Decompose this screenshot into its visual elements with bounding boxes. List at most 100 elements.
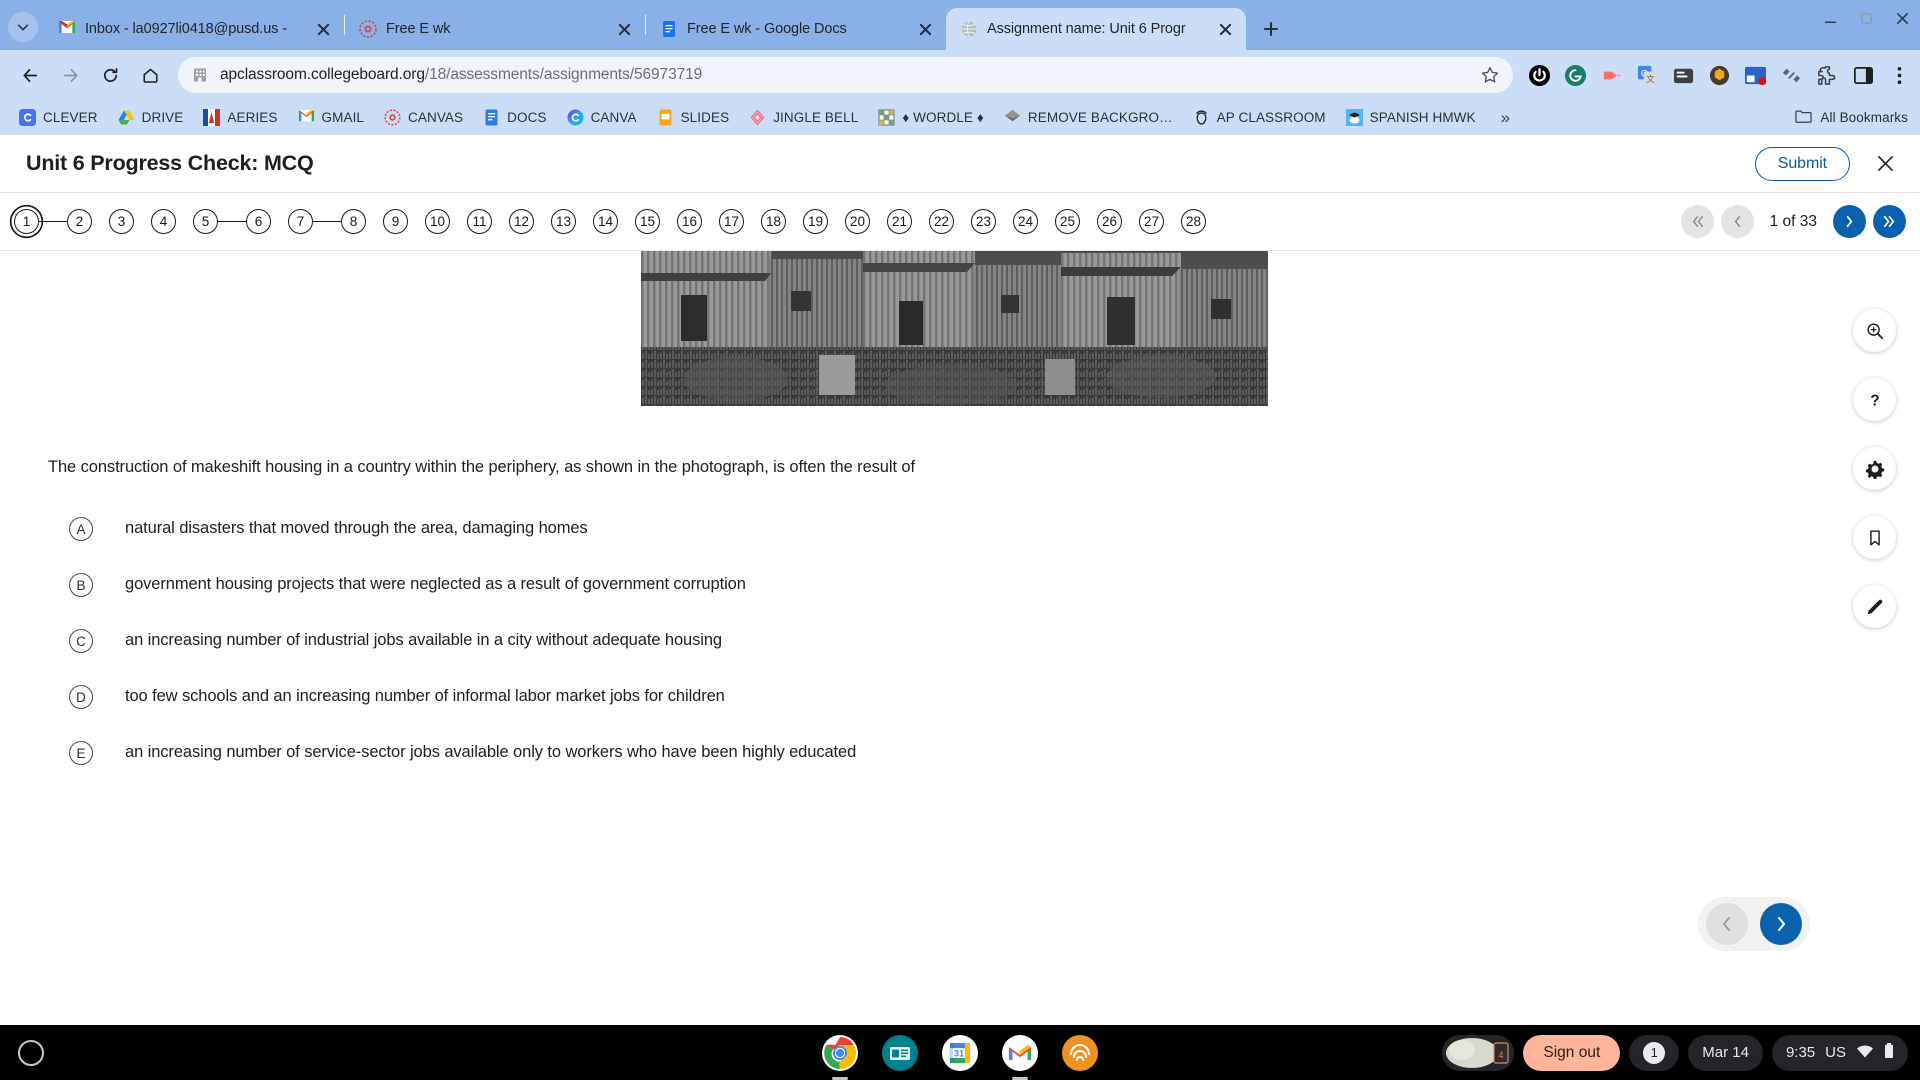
pager-next-button[interactable] [1833, 205, 1866, 238]
bookmark-gmail[interactable]: GMAIL [289, 105, 374, 130]
question-dot-21[interactable]: 21 [887, 209, 912, 234]
choice-letter-A[interactable]: A [69, 517, 93, 541]
question-dot-25[interactable]: 25 [1055, 209, 1080, 234]
home-icon[interactable] [132, 57, 168, 93]
bookmark-star-icon[interactable] [1480, 65, 1500, 85]
help-icon[interactable]: ? [1853, 378, 1896, 421]
choice-letter-E[interactable]: E [69, 741, 93, 765]
close-icon[interactable] [914, 18, 936, 40]
notification-tray[interactable]: 1 [1629, 1034, 1680, 1071]
question-dot-28[interactable]: 28 [1181, 209, 1206, 234]
zoom-in-icon[interactable] [1853, 309, 1896, 352]
close-window-icon[interactable] [1894, 10, 1910, 26]
bookmark-canva[interactable]: CANVA [558, 105, 646, 130]
answer-choice-E[interactable]: Ean increasing number of service-sector … [0, 725, 1920, 781]
bookmark-ap-classroom[interactable]: AP CLASSROOM [1184, 105, 1335, 130]
bookmark-canvas[interactable]: CANVAS [375, 105, 472, 130]
choice-letter-C[interactable]: C [69, 629, 93, 653]
question-dot-11[interactable]: 11 [467, 209, 492, 234]
close-icon[interactable] [312, 18, 334, 40]
question-dot-27[interactable]: 27 [1139, 209, 1164, 234]
news-icon[interactable] [881, 1034, 919, 1072]
answer-choice-D[interactable]: Dtoo few schools and an increasing numbe… [0, 669, 1920, 725]
question-dot-26[interactable]: 26 [1097, 209, 1122, 234]
bookmarks-overflow-button[interactable]: » [1493, 104, 1518, 132]
honey-icon[interactable] [1705, 61, 1733, 89]
previous-question-button[interactable] [1706, 903, 1748, 945]
browser-tab-0[interactable]: Inbox - la0927li0418@pusd.us - [44, 8, 344, 50]
bookmark-spanish-hmwk[interactable]: SPANISH HMWK [1337, 105, 1485, 130]
bookmark-wordle[interactable]: ♦ WORDLE ♦ [869, 105, 993, 130]
sign-out-button[interactable]: Sign out [1523, 1034, 1621, 1071]
address-bar[interactable]: apclassroom.collegeboard.org/18/assessme… [178, 57, 1513, 93]
question-dot-5[interactable]: 5 [193, 209, 218, 234]
grammarly-icon[interactable] [1561, 61, 1589, 89]
shortcut-icon[interactable] [1777, 61, 1805, 89]
screenshot-icon[interactable] [1669, 61, 1697, 89]
question-dot-22[interactable]: 22 [929, 209, 954, 234]
question-dot-13[interactable]: 13 [551, 209, 576, 234]
browser-tab-1[interactable]: Free E wk [345, 8, 645, 50]
question-dot-18[interactable]: 18 [761, 209, 786, 234]
question-dot-17[interactable]: 17 [719, 209, 744, 234]
bookmark-aeries[interactable]: AERIES [194, 105, 286, 130]
question-dot-14[interactable]: 14 [593, 209, 618, 234]
bookmark-clever[interactable]: CLEVER [10, 105, 107, 130]
question-dot-10[interactable]: 10 [425, 209, 450, 234]
google-translate-icon[interactable]: G文 [1633, 61, 1661, 89]
next-question-button[interactable] [1760, 903, 1802, 945]
question-dot-20[interactable]: 20 [845, 209, 870, 234]
bookmark-slides[interactable]: SLIDES [648, 105, 739, 130]
choice-letter-B[interactable]: B [69, 573, 93, 597]
bookmark-icon[interactable] [1853, 516, 1896, 559]
question-dot-7[interactable]: 7 [288, 209, 313, 234]
tab-search-chevron-icon[interactable] [8, 12, 38, 42]
site-info-icon[interactable] [191, 66, 209, 84]
choice-letter-D[interactable]: D [69, 685, 93, 709]
question-dot-2[interactable]: 2 [67, 209, 92, 234]
close-assessment-icon[interactable] [1872, 151, 1898, 177]
pager-first-button[interactable] [1680, 205, 1714, 238]
question-dot-24[interactable]: 24 [1013, 209, 1038, 234]
submit-button[interactable]: Submit [1754, 146, 1850, 181]
question-dot-3[interactable]: 3 [109, 209, 134, 234]
browser-tab-3-active[interactable]: Assignment name: Unit 6 Progr [946, 8, 1246, 50]
date-tray[interactable]: Mar 14 [1688, 1034, 1763, 1071]
chrome-menu-icon[interactable] [1885, 61, 1913, 89]
new-tab-button[interactable] [1254, 12, 1288, 46]
close-icon[interactable] [1214, 18, 1236, 40]
answer-choice-A[interactable]: Anatural disasters that moved through th… [0, 501, 1920, 557]
power-icon[interactable] [1525, 61, 1553, 89]
side-panel-icon[interactable] [1849, 61, 1877, 89]
screencast-icon[interactable] [1597, 61, 1625, 89]
chrome-icon[interactable] [821, 1034, 859, 1080]
bookmark-remove-background[interactable]: REMOVE BACKGRO… [995, 105, 1182, 130]
settings-gear-icon[interactable] [1853, 447, 1896, 490]
minimize-icon[interactable] [1822, 10, 1838, 26]
google-calendar-icon[interactable]: 31 [941, 1034, 979, 1072]
question-dot-19[interactable]: 19 [803, 209, 828, 234]
answer-choice-C[interactable]: Can increasing number of industrial jobs… [0, 613, 1920, 669]
answer-choice-B[interactable]: Bgovernment housing projects that were n… [0, 557, 1920, 613]
question-dot-15[interactable]: 15 [635, 209, 660, 234]
bookmark-jingle-bell[interactable]: JINGLE BELL [740, 105, 867, 130]
pager-prev-button[interactable] [1720, 205, 1754, 238]
forward-icon[interactable] [52, 57, 88, 93]
audible-icon[interactable] [1061, 1034, 1099, 1072]
pager-last-button[interactable] [1873, 205, 1906, 238]
pencil-annotate-icon[interactable] [1853, 585, 1896, 628]
reload-icon[interactable] [92, 57, 128, 93]
close-icon[interactable] [613, 18, 635, 40]
screen-capture-preview[interactable]: 4 [1442, 1034, 1515, 1071]
puzzle-extension-icon[interactable] [1813, 61, 1841, 89]
question-dot-12[interactable]: 12 [509, 209, 534, 234]
question-dot-6[interactable]: 6 [246, 209, 271, 234]
gmail-icon[interactable] [1001, 1034, 1039, 1080]
question-dot-23[interactable]: 23 [971, 209, 996, 234]
recording-icon[interactable] [1741, 61, 1769, 89]
status-tray[interactable]: 9:35 US [1771, 1034, 1908, 1071]
maximize-icon[interactable] [1858, 10, 1874, 26]
bookmark-docs[interactable]: DOCS [474, 105, 555, 130]
bookmark-drive[interactable]: DRIVE [109, 105, 193, 130]
question-dot-4[interactable]: 4 [151, 209, 176, 234]
